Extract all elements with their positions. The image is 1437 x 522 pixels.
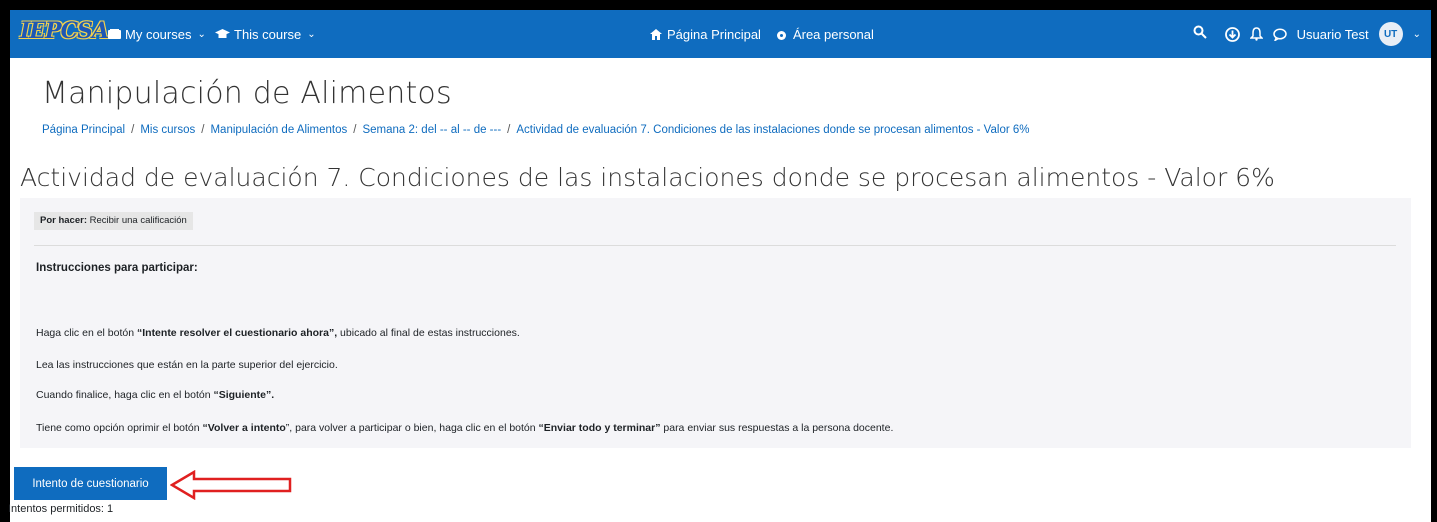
instruction-emphasis: “Siguiente”. (213, 389, 275, 401)
screen-border-top (0, 0, 1437, 10)
home-link-label: Página Principal (667, 26, 761, 42)
todo-value: Recibir una calificación (89, 215, 187, 226)
instruction-line-2: Lea las instrucciones que están en la pa… (36, 359, 338, 371)
course-title: Manipulación de Alimentos (42, 76, 452, 111)
graduation-cap-icon (215, 28, 230, 40)
instruction-emphasis: “Intente resolver el cuestionario ahora”… (136, 327, 338, 339)
top-navbar: IEPCSA My courses ⌄ This course ⌄ Página… (10, 10, 1431, 58)
download-icon[interactable] (1224, 26, 1240, 42)
dashboard-link[interactable]: Área personal (775, 27, 874, 42)
instruction-emphasis: “Enviar todo y terminar” (538, 422, 661, 434)
breadcrumb-item-my-courses[interactable]: Mis cursos (140, 124, 195, 136)
dashboard-link-label: Área personal (792, 26, 874, 42)
completion-requirement-badge: Por hacer: Recibir una calificación (34, 212, 193, 230)
breadcrumb-separator: / (353, 124, 357, 136)
breadcrumb-separator: / (201, 124, 205, 136)
activity-title: Actividad de evaluación 7. Condiciones d… (20, 163, 1275, 192)
my-courses-menu[interactable]: My courses ⌄ (108, 10, 206, 58)
instruction-line-1: Haga clic en el botón “Intente resolver … (36, 327, 520, 339)
this-course-label: This course (234, 26, 302, 42)
breadcrumb-item-home[interactable]: Página Principal (42, 124, 125, 136)
site-logo[interactable]: IEPCSA (20, 18, 109, 48)
breadcrumb-separator: / (131, 124, 135, 136)
annotation-arrow-icon (170, 470, 292, 500)
chevron-down-icon: ⌄ (307, 28, 316, 40)
instruction-text: Tiene como opción oprimir el botón (36, 422, 203, 434)
instructions-heading: Instrucciones para participar: (36, 262, 198, 274)
instruction-text: ”, para volver a participar o bien, haga… (285, 422, 539, 434)
instruction-text: Cuando finalice, haga clic en el botón (36, 389, 214, 401)
my-courses-label: My courses (125, 26, 192, 42)
home-icon (650, 28, 662, 40)
user-tools: Usuario Test UT ⌄ (1224, 10, 1421, 58)
home-link[interactable]: Página Principal (650, 27, 761, 42)
instruction-line-3: Cuando finalice, haga clic en el botón “… (36, 389, 274, 401)
instruction-emphasis: “Volver a intento (202, 422, 286, 434)
todo-label: Por hacer: (40, 215, 87, 226)
user-name[interactable]: Usuario Test (1297, 27, 1369, 42)
chevron-down-icon[interactable]: ⌄ (1413, 29, 1421, 40)
screen-border-left (0, 0, 10, 522)
dashboard-icon (775, 29, 788, 40)
breadcrumb-item-course[interactable]: Manipulación de Alimentos (210, 124, 347, 136)
screen-border-right (1431, 0, 1437, 522)
activity-description-panel: Por hacer: Recibir una calificación Inst… (20, 198, 1411, 448)
chat-icon[interactable] (1272, 27, 1287, 41)
search-icon[interactable] (1193, 25, 1211, 43)
breadcrumb-item-section[interactable]: Semana 2: del -- al -- de --- (362, 124, 501, 136)
chevron-down-icon: ⌄ (197, 28, 206, 40)
attempts-allowed: Intentos permitidos: 1 (8, 503, 114, 515)
breadcrumb-separator: / (507, 124, 511, 136)
avatar[interactable]: UT (1378, 22, 1403, 46)
divider (34, 245, 1396, 246)
instruction-text: ubicado al final de estas instrucciones. (337, 327, 520, 339)
courses-icon (108, 28, 121, 40)
bell-icon[interactable] (1249, 27, 1263, 41)
breadcrumb-item-activity[interactable]: Actividad de evaluación 7. Condiciones d… (516, 124, 1029, 136)
primary-nav-links: Página Principal Área personal (650, 10, 874, 58)
instruction-text: Haga clic en el botón (36, 327, 137, 339)
attempt-quiz-button[interactable]: Intento de cuestionario (14, 467, 167, 500)
this-course-menu[interactable]: This course ⌄ (215, 10, 316, 58)
instruction-line-4: Tiene como opción oprimir el botón “Volv… (36, 422, 893, 434)
instruction-text: para enviar sus respuestas a la persona … (660, 422, 894, 434)
breadcrumb: Página Principal / Mis cursos / Manipulación… (42, 124, 1030, 136)
